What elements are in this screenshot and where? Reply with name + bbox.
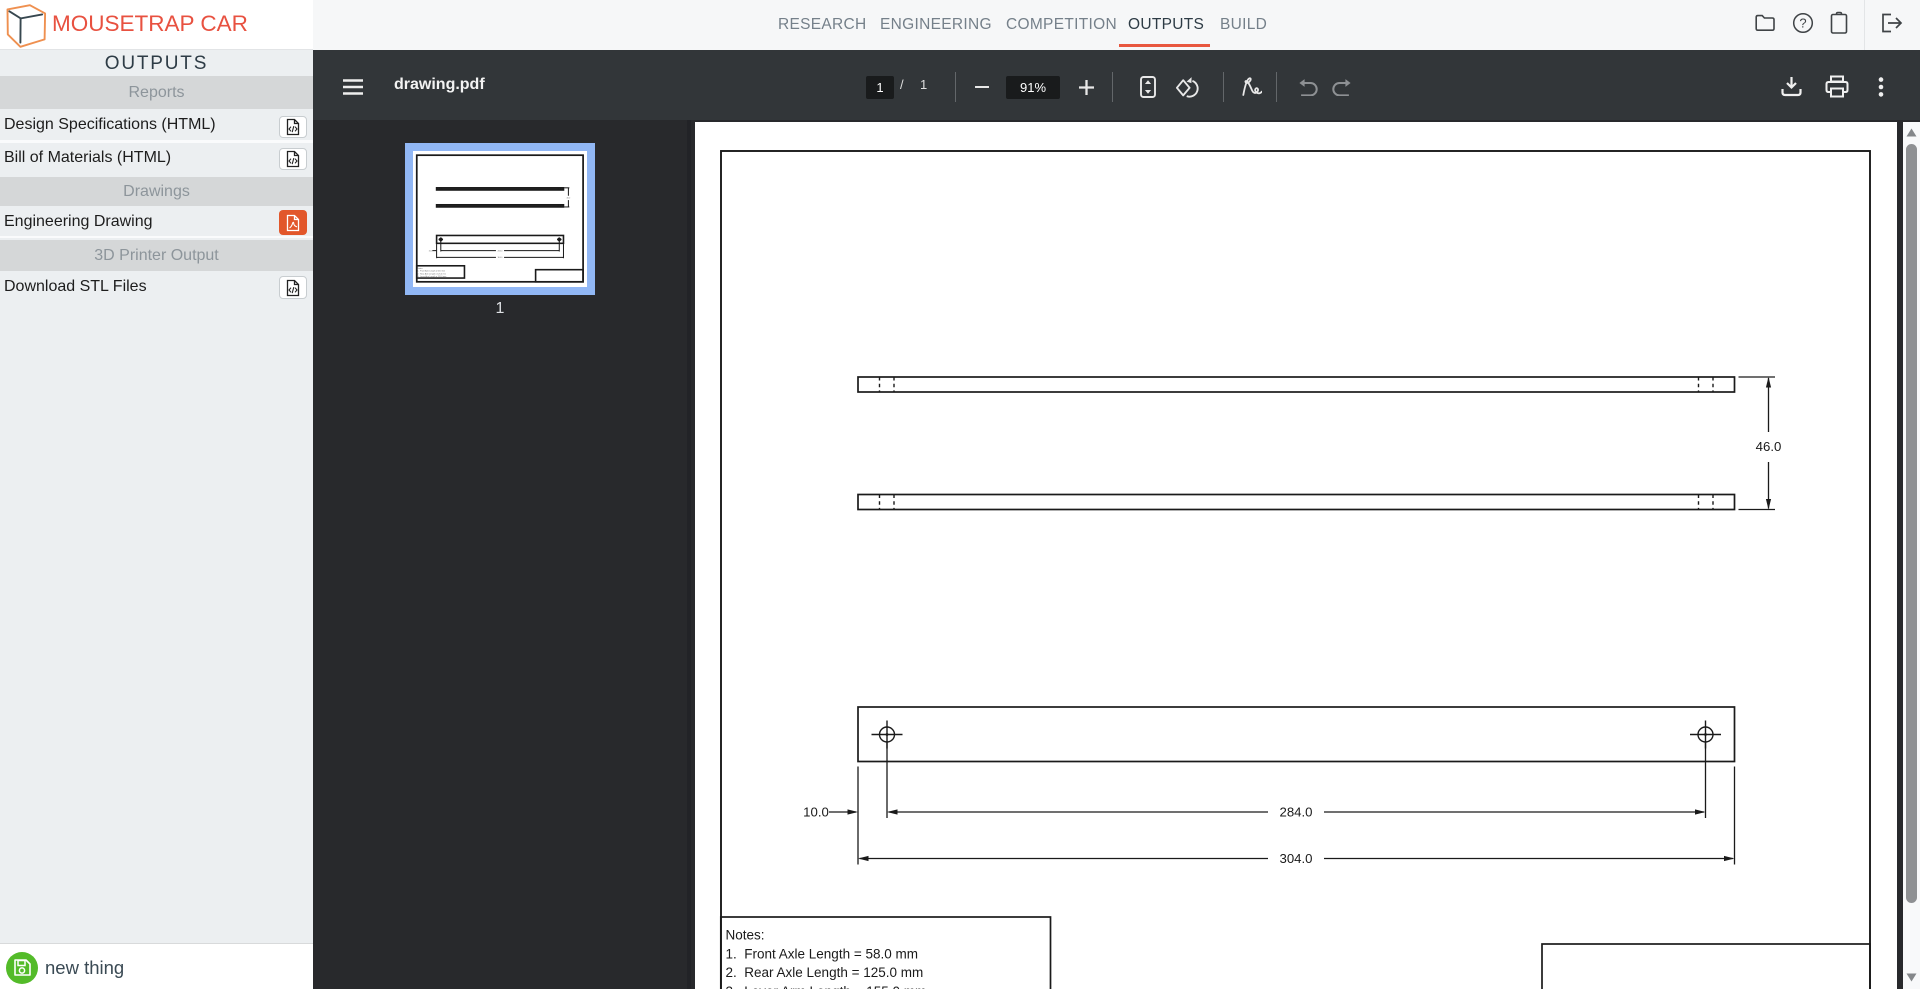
svg-text:?: ?	[1799, 16, 1806, 31]
